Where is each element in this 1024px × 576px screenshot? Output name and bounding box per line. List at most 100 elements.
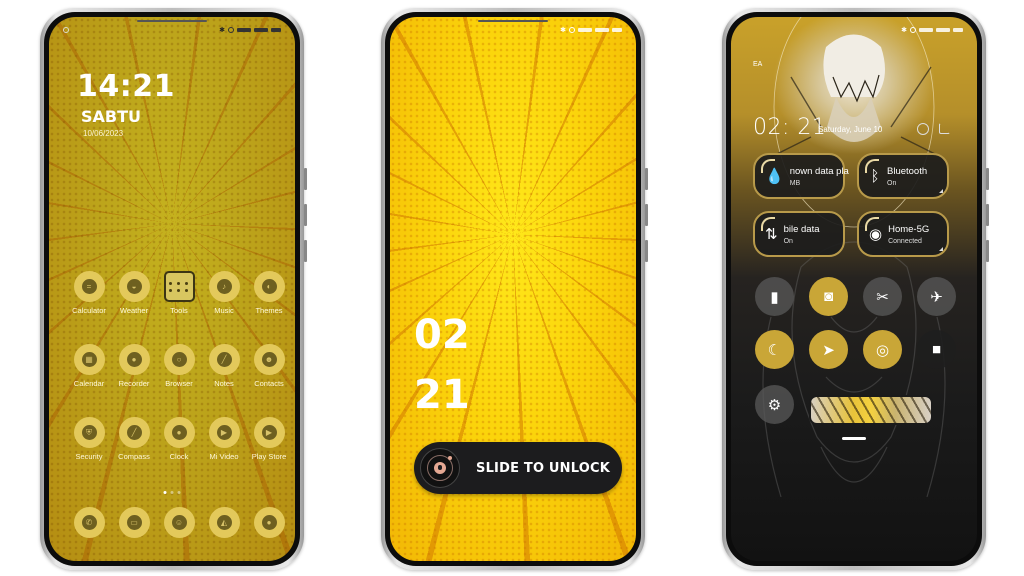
volume-button	[304, 168, 307, 190]
power-button	[645, 240, 648, 262]
screenshot-toggle[interactable]: ✂	[863, 277, 902, 316]
alarm-icon	[910, 27, 916, 33]
page-dot[interactable]	[170, 491, 174, 494]
app-label: Mi Video	[209, 452, 239, 461]
app-play-store[interactable]: ▶ Play Store	[244, 417, 294, 461]
app-contacts[interactable]: ☻ Contacts	[244, 344, 294, 388]
flashlight-toggle[interactable]: ▮	[755, 277, 794, 316]
alarm-icon	[569, 27, 575, 33]
app-notes[interactable]: ╱ Notes	[199, 344, 249, 388]
brightness-slider[interactable]	[809, 395, 933, 425]
lock-screen: ✱ 02 21 SLIDE TO UNLOCK	[390, 17, 636, 561]
app-compass[interactable]: ╱ Compass	[109, 417, 159, 461]
airplane-toggle[interactable]: ✈	[917, 277, 956, 316]
tile-bluetooth[interactable]: ᛒ Bluetooth On	[857, 153, 949, 199]
recorder-icon: ●	[118, 344, 150, 375]
app-browser[interactable]: ○ Browser	[154, 344, 204, 388]
app-calendar[interactable]: ▦ Calendar	[64, 344, 114, 388]
calculator-icon: =	[73, 271, 105, 302]
dock-app[interactable]: ☺	[154, 507, 204, 538]
app-label: Notes	[214, 379, 234, 388]
wifi-status-icon	[254, 28, 268, 32]
notification-dot-icon	[63, 27, 69, 33]
bluetooth-status-icon: ✱	[219, 27, 225, 34]
status-bar: ✱	[745, 25, 963, 35]
expand-icon[interactable]	[939, 189, 943, 193]
video-toggle[interactable]: ■	[917, 330, 956, 369]
app-music[interactable]: ♪ Music	[199, 271, 249, 315]
app-clock[interactable]: ● Clock	[154, 417, 204, 461]
wifi-status-icon	[936, 28, 950, 32]
page-indicator	[163, 491, 181, 494]
battery-icon	[612, 28, 622, 32]
app-tools[interactable]: Tools	[154, 271, 204, 315]
tools-icon	[163, 271, 195, 302]
dock-app[interactable]: ◭	[199, 507, 249, 538]
earpiece	[478, 20, 548, 22]
brightness-toggle[interactable]: ⚙	[755, 385, 794, 424]
security-icon: ⛨	[73, 417, 105, 448]
app-calculator[interactable]: = Calculator	[64, 271, 114, 315]
tile-arc	[865, 159, 879, 173]
page-dot[interactable]	[177, 491, 181, 494]
app-weather[interactable]: ◒ Weather	[109, 271, 159, 315]
tile-arc	[761, 217, 775, 231]
bell-mute-icon: ◙	[823, 288, 834, 305]
tile-title: Home-5G	[888, 223, 930, 235]
mute-toggle[interactable]: ◙	[809, 277, 848, 316]
tile-mobile-data[interactable]: ⇅ bile data On	[753, 211, 845, 257]
tile-title: nown data pla	[789, 165, 849, 177]
status-icons: ✱	[901, 26, 963, 34]
tile-home-5g[interactable]: ◉ Home-5G Connected	[857, 211, 949, 257]
settings-icon[interactable]	[917, 123, 929, 135]
app-themes[interactable]: ◐ Themes	[244, 271, 294, 315]
tile-status: MB	[789, 179, 801, 187]
music-icon: ♪	[208, 271, 240, 302]
tile-title: Bluetooth	[887, 165, 928, 177]
date-label[interactable]: Saturday, June 10	[818, 125, 882, 134]
location-toggle[interactable]: ➤	[809, 330, 848, 369]
rotate-icon: ◎	[875, 341, 890, 359]
unlock-knob[interactable]	[420, 448, 460, 488]
volume-button	[986, 168, 989, 190]
screenshot-icon: ✂	[876, 288, 889, 306]
home-indicator[interactable]	[842, 437, 866, 440]
clock[interactable]: 02: 21	[753, 115, 826, 140]
bluetooth-status-icon: ✱	[560, 27, 566, 34]
dock-app[interactable]: ▭	[109, 507, 159, 538]
slide-to-unlock[interactable]: SLIDE TO UNLOCK	[414, 442, 622, 494]
app-mi-video[interactable]: ▶ Mi Video	[199, 417, 249, 461]
slide-label: SLIDE TO UNLOCK	[476, 460, 611, 476]
signal-icon	[919, 28, 933, 32]
clock-minute: 21	[414, 372, 470, 418]
edit-icon[interactable]	[939, 123, 950, 134]
auto-rotate-toggle[interactable]: ◎	[863, 330, 902, 369]
status-bar: ✱	[63, 25, 281, 35]
app-security[interactable]: ⛨ Security	[64, 417, 114, 461]
brightness-icon: ⚙	[767, 396, 782, 414]
app-label: Calendar	[73, 379, 105, 388]
dock-app[interactable]: ●	[244, 507, 294, 538]
page-dot[interactable]	[163, 491, 167, 494]
app-label: Music	[214, 306, 234, 315]
volume-button	[986, 204, 989, 226]
expand-icon[interactable]	[939, 247, 943, 251]
status-bar: ✱	[404, 25, 622, 35]
home-screen: ✱ 14:21 SABTU 10/06/2023 = Calculator ◒ Wea…	[49, 17, 295, 561]
status-icons: ✱	[560, 26, 622, 34]
dark-mode-toggle[interactable]: ☾	[755, 330, 794, 369]
tile-unknown-data-plan[interactable]: 💧 nown data pla MB	[753, 153, 849, 199]
clock-widget[interactable]: 14:21	[77, 69, 175, 104]
app-label: Calculator	[72, 306, 106, 315]
camera-icon: ●	[253, 507, 285, 538]
contacts-icon: ☻	[253, 344, 285, 375]
power-button	[986, 240, 989, 262]
clock-hour: 02	[414, 312, 470, 358]
app-label: Clock	[169, 452, 189, 461]
dock-app[interactable]: ✆	[64, 507, 114, 538]
video-icon: ▶	[208, 417, 240, 448]
tile-arc	[865, 217, 879, 231]
location-icon: ➤	[822, 341, 835, 359]
app-recorder[interactable]: ● Recorder	[109, 344, 159, 388]
status-icons: ✱	[219, 26, 281, 34]
